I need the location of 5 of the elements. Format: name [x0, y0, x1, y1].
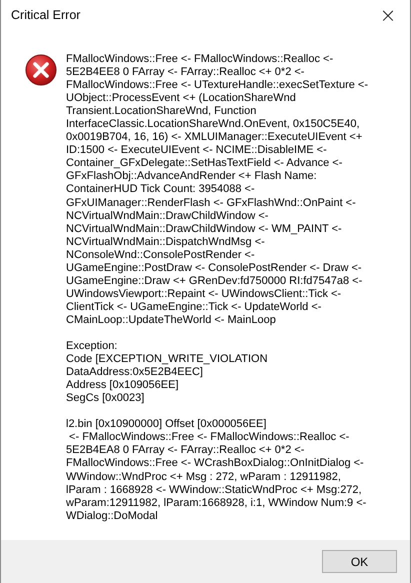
error-message: FMallocWindows::Free <- FMallocWindows::Realloc <- 5E2B4EE8 0 FArray <- FArray::Realloc <+ 0*2 <- FMallocWindows::Free <- UTextureHandle::execSetTexture <- UObject::ProcessEvent <+ (LocationShareWnd Transient.LocationShareWnd, Function InterfaceClassic.LocationShareWnd.OnEvent, 0x150C5E40, 0x0019B704, 16, 16) <- XMLUIManager::ExecuteUIEvent <+ ID:1500 <- ExecuteUIEvent <- NCIME::DisableIME <- Container_GFxDelegate::SetHasTextField <- Advance <- GFxFlashObj::AdvanceAndRender <+ Flash Name: ContainerHUD Tick Count: 3954088 <- GFxUIManager::RenderFlash <- GFxFlashWnd::OnPaint <- NCVirtualWndMain::DrawChildWindow <- NCVirtualWndMain::DrawChildWindow <- WM_PAINT <- NCVirtualWndMain::DispatchWndMsg <- NConsoleWnd::ConsolePostRender <- UGameEngine::PostDraw <- ConsolePostRender <- Draw <- UGameEngine::Draw <+ GRenDev:fd750000 RI:fd7547a8 <- UWindowsViewport::Repaint <- UWindowsClient::Tick <- ClientTick <- UGameEngine::Tick <- UpdateWorld <- CMainLoop::UpdateTheWorld <- MainLoop Exception: Code [EXCEPTION_WRITE_VIOLATION DataAddress:0x5E2B4EEC] Address [0x109056EE] SegCs [0x0023] l2.bin [0x10900000] Offset [0x000056EE] <- FMallocWindows::Free <- FMallocWindows::Realloc <- 5E2B4EA8 0 FArray <- FArray::Realloc <+ 0*2 <- FMallocWindows::Free <- WCrashBoxDialog::OnInitDialog <- WWindow::WndProc <+ Msg : 272, wParam : 12911982, lParam : 1668928 <- WWindow::StaticWndProc <+ Msg:272, wParam:12911982, lParam:1668928, i:1, WWindow Num:9 <- WDialog::DoModal: [66, 53, 368, 524]
error-icon: [25, 54, 57, 86]
close-button[interactable]: ×: [366, 0, 410, 30]
ok-button[interactable]: OK: [322, 550, 397, 573]
window-title: Critical Error: [11, 8, 80, 22]
